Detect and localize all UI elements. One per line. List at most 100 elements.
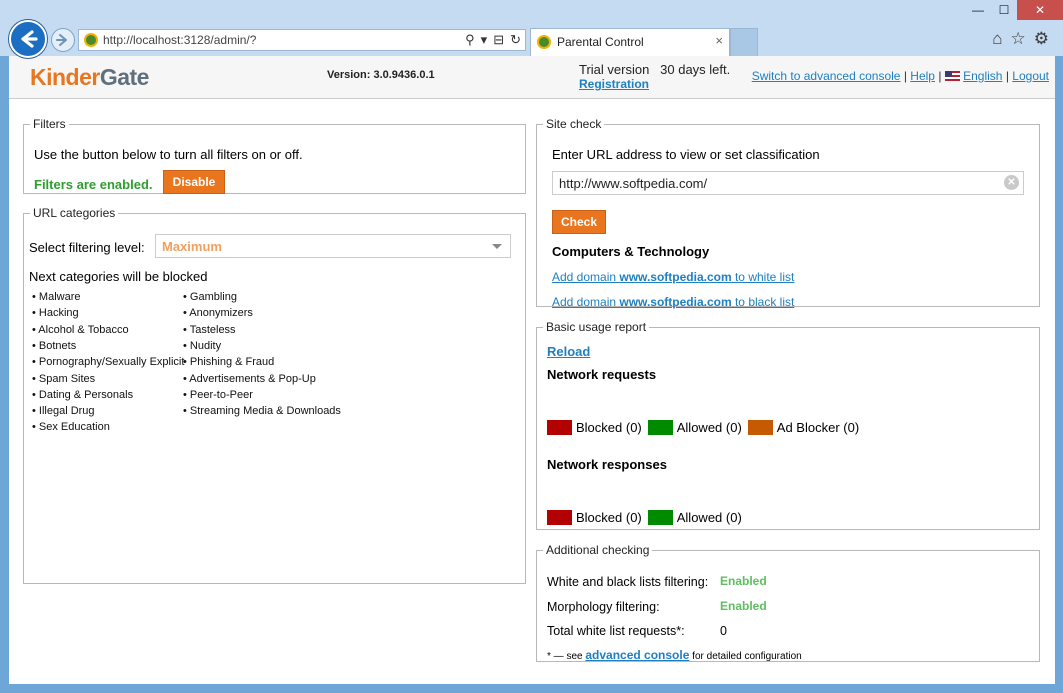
category-item: • Peer-to-Peer	[183, 388, 253, 401]
favorites-star-icon[interactable]: ☆	[1011, 30, 1026, 48]
category-item: • Advertisements & Pop-Up	[183, 372, 316, 385]
black-domain: www.softpedia.com	[619, 295, 732, 309]
white-suffix: to white list	[731, 270, 795, 284]
filters-panel: Filters Use the button below to turn all…	[23, 117, 526, 194]
compatibility-view-icon[interactable]: ⊟	[493, 31, 504, 49]
filtering-level-label: Select filtering level:	[29, 240, 145, 255]
legend-swatch	[747, 420, 773, 435]
browser-tools: ⌂ ☆ ⚙	[992, 30, 1049, 48]
help-link[interactable]: Help	[910, 69, 935, 83]
us-flag-icon	[944, 71, 960, 81]
category-item: • Tasteless	[183, 323, 236, 336]
site-favicon-icon	[84, 33, 98, 47]
site-url-input[interactable]: http://www.softpedia.com/ ✕	[552, 171, 1024, 195]
black-prefix: Add domain	[552, 295, 620, 309]
window-close-icon[interactable]: ✕	[1017, 0, 1063, 20]
legend-label: Ad Blocker (0)	[776, 420, 860, 435]
legend-label: Blocked (0)	[576, 510, 642, 525]
kindergate-logo[interactable]: KinderGate	[30, 64, 149, 91]
filters-description: Use the button below to turn all filters…	[34, 147, 303, 162]
legend-swatch	[547, 420, 572, 435]
url-categories-panel: URL categories Select filtering level: M…	[23, 206, 526, 584]
page-content: KinderGate Version: 3.0.9436.0.1 Trial v…	[9, 56, 1055, 684]
disable-filters-button[interactable]: Disable	[163, 170, 225, 194]
check-value-total-requests: 0	[720, 624, 727, 638]
category-item: • Malware	[32, 291, 81, 303]
white-domain: www.softpedia.com	[619, 270, 732, 284]
trial-text: Trial version 30 days left.	[579, 62, 731, 77]
language-link[interactable]: English	[963, 69, 1002, 83]
note-prefix: * — see	[547, 651, 586, 662]
refresh-icon[interactable]: ↻	[510, 31, 521, 49]
add-to-white-list-link[interactable]: Add domain www.softpedia.com to white li…	[552, 270, 794, 284]
legend-item: Blocked (0)	[547, 420, 642, 435]
filters-status: Filters are enabled.	[34, 177, 153, 192]
add-to-black-list-link[interactable]: Add domain www.softpedia.com to black li…	[552, 295, 794, 309]
category-item: • Anonymizers	[183, 307, 253, 320]
tab-title: Parental Control	[557, 35, 644, 49]
clear-input-icon[interactable]: ✕	[1004, 175, 1019, 190]
legend-swatch	[547, 510, 572, 525]
category-item: • Sex Education	[32, 421, 110, 434]
address-tools: ⚲ ▾ ⊟ ↻	[465, 31, 521, 49]
category-item: • Alcohol & Tobacco	[32, 323, 129, 336]
network-requests-title: Network requests	[547, 367, 657, 382]
header-links: Switch to advanced console | Help | Engl…	[752, 69, 1049, 83]
advanced-console-link[interactable]: Switch to advanced console	[752, 69, 901, 83]
minimize-icon[interactable]: —	[965, 0, 991, 20]
maximize-icon[interactable]: ☐	[991, 0, 1017, 20]
site-category: Computers & Technology	[552, 244, 710, 259]
site-check-panel: Site check Enter URL address to view or …	[536, 117, 1040, 309]
back-button[interactable]	[9, 20, 47, 58]
tab-close-icon[interactable]: ×	[715, 33, 723, 48]
category-item: • Phishing & Fraud	[183, 356, 275, 369]
category-item: • Botnets	[32, 339, 77, 352]
address-bar[interactable]: http://localhost:3128/admin/? ⚲ ▾ ⊟ ↻	[78, 29, 526, 51]
forward-arrow-icon	[56, 34, 67, 46]
reload-link[interactable]: Reload	[547, 344, 590, 359]
additional-checking-panel: Additional checking White and black list…	[536, 543, 1040, 662]
tab-parental-control[interactable]: Parental Control ×	[530, 28, 730, 56]
registration-link[interactable]: Registration	[579, 77, 649, 91]
check-label-white-black: White and black lists filtering:	[547, 575, 709, 589]
requests-legend: Blocked (0) Allowed (0) Ad Blocker (0)	[547, 420, 865, 435]
legend-label: Allowed (0)	[676, 420, 742, 435]
category-item: • Illegal Drug	[32, 405, 95, 418]
advanced-console-note-link[interactable]: advanced console	[585, 648, 689, 662]
home-icon[interactable]: ⌂	[992, 30, 1002, 48]
site-check-legend: Site check	[546, 117, 602, 131]
forward-button[interactable]	[51, 28, 75, 52]
check-button[interactable]: Check	[552, 210, 606, 234]
legend-item: Allowed (0)	[647, 510, 742, 525]
search-icon[interactable]: ⚲	[465, 31, 475, 49]
black-suffix: to black list	[731, 295, 795, 309]
category-item: • Dating & Personals	[32, 388, 134, 401]
url-categories-legend: URL categories	[33, 206, 116, 220]
legend-label: Allowed (0)	[676, 510, 742, 525]
usage-report-legend: Basic usage report	[546, 320, 647, 334]
separator: |	[938, 69, 942, 83]
address-url[interactable]: http://localhost:3128/admin/?	[103, 33, 256, 47]
site-url-value[interactable]: http://www.softpedia.com/	[559, 176, 707, 191]
logout-link[interactable]: Logout	[1012, 69, 1049, 83]
logo-gate: Gate	[99, 64, 150, 90]
check-value-morphology: Enabled	[720, 599, 767, 613]
additional-checking-legend: Additional checking	[546, 543, 650, 557]
responses-legend: Blocked (0) Allowed (0)	[547, 510, 748, 525]
separator: |	[1005, 69, 1009, 83]
advanced-console-note: * — see advanced console for detailed co…	[547, 648, 802, 662]
check-label-total-requests: Total white list requests*:	[547, 624, 685, 638]
window-controls: — ☐ ✕	[965, 0, 1063, 20]
category-item: • Streaming Media & Downloads	[183, 405, 341, 418]
separator: |	[903, 69, 907, 83]
filtering-level-select[interactable]: Maximum	[155, 234, 511, 258]
tab-favicon-icon	[537, 35, 551, 49]
category-item: • Pornography/Sexually Explicit	[32, 356, 185, 369]
gear-icon[interactable]: ⚙	[1034, 30, 1049, 48]
network-responses-title: Network responses	[547, 457, 667, 472]
dropdown-icon[interactable]: ▾	[481, 31, 488, 49]
blocked-categories-heading: Next categories will be blocked	[29, 269, 208, 284]
new-tab-button[interactable]	[730, 28, 758, 56]
back-arrow-icon	[21, 30, 38, 48]
check-label-morphology: Morphology filtering:	[547, 600, 660, 614]
